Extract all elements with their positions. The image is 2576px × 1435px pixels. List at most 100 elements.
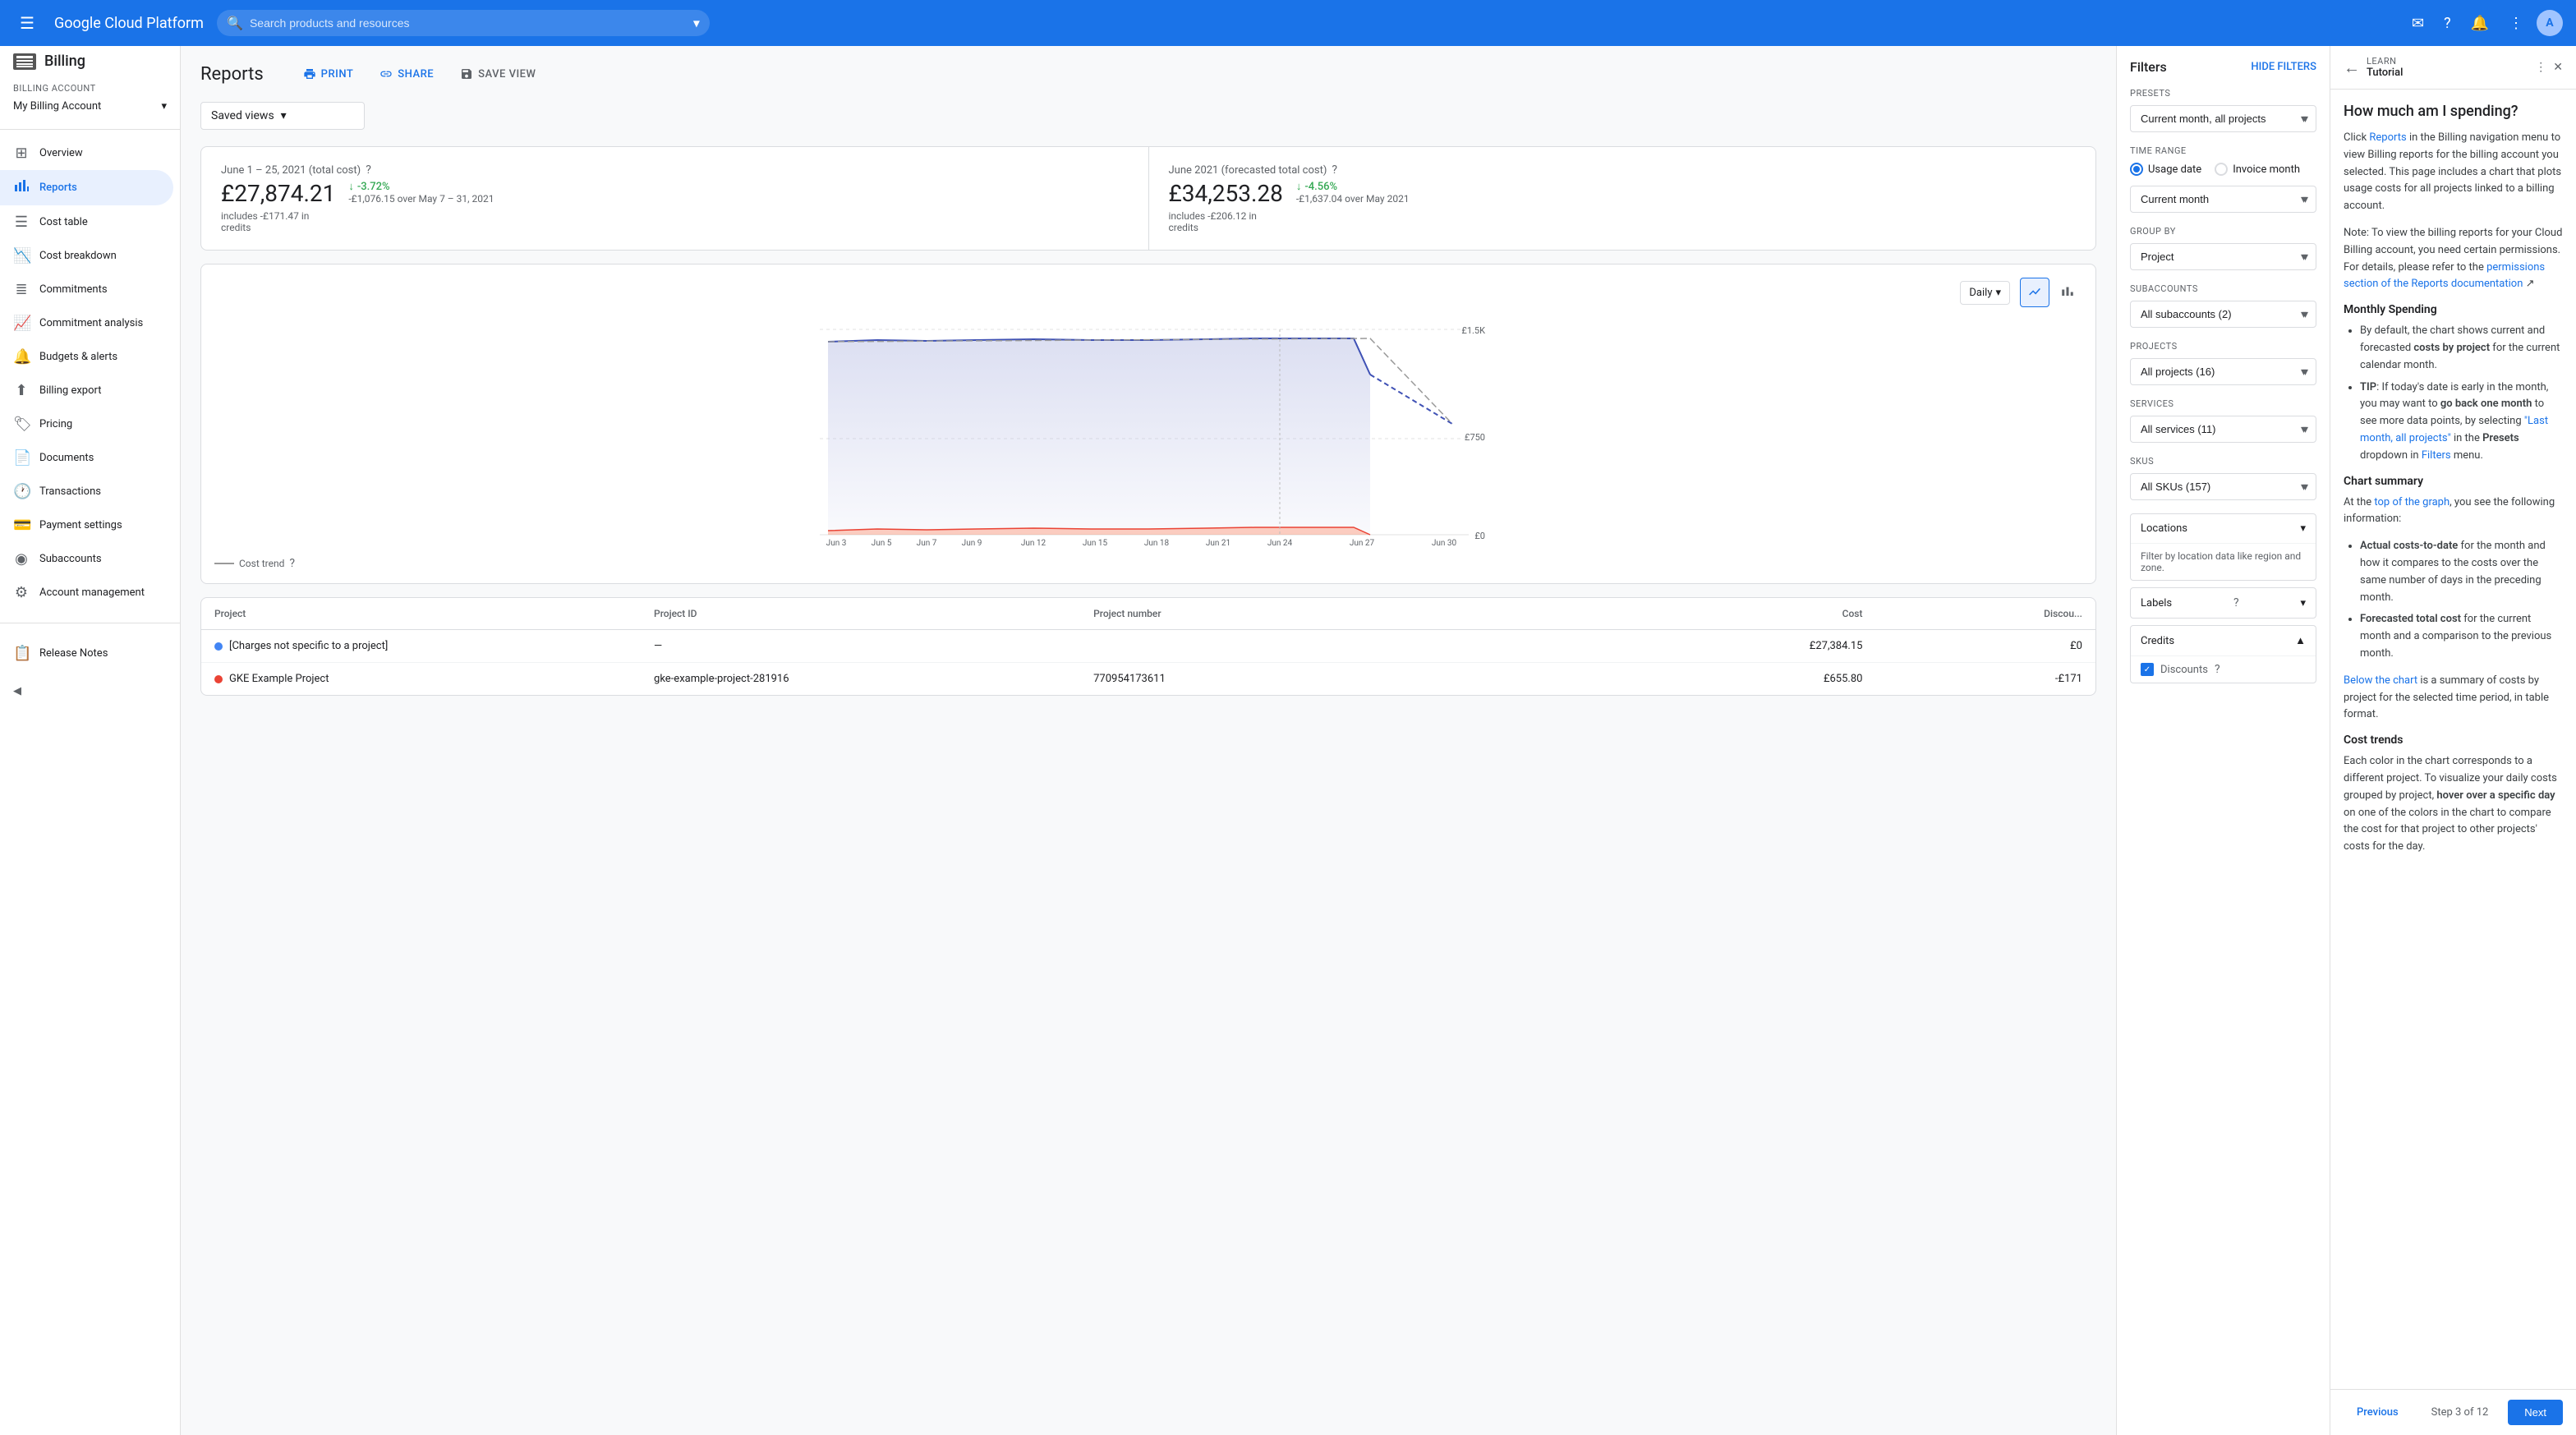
tutorial-step: Step 3 of 12 (2431, 1406, 2489, 1419)
tutorial-prev-button[interactable]: Previous (2344, 1400, 2412, 1425)
group-by-select[interactable]: Project (2130, 243, 2316, 270)
subaccounts-icon: ◉ (13, 550, 30, 568)
app-logo: Google Cloud Platform (54, 15, 204, 32)
sidebar-item-payment-settings[interactable]: 💳 Payment settings (0, 508, 173, 542)
tutorial-next-button[interactable]: Next (2508, 1400, 2563, 1425)
usage-date-radio[interactable] (2130, 163, 2143, 176)
credits-label: Credits (2141, 635, 2174, 647)
forecast-cost-card: June 2021 (forecasted total cost) ? £34,… (1149, 147, 2096, 250)
sidebar-item-label: Payment settings (39, 519, 122, 531)
sidebar-item-subaccounts[interactable]: ◉ Subaccounts (0, 542, 173, 576)
print-button[interactable]: PRINT (297, 62, 361, 85)
chart-controls: Daily ▾ (214, 278, 2082, 307)
invoice-month-option[interactable]: Invoice month (2215, 163, 2300, 176)
forecast-help-icon[interactable]: ? (1332, 163, 1337, 177)
sidebar-item-account-management[interactable]: ⚙ Account management (0, 576, 173, 609)
services-select[interactable]: All services (11) (2130, 416, 2316, 443)
help-icon[interactable]: ? (2437, 8, 2458, 39)
main-content: Reports PRINT SHARE SAVE VIEW (181, 46, 2116, 1435)
billing-account-dropdown-icon: ▾ (161, 100, 167, 113)
monthly-item-2: TIP: If today's date is early in the mon… (2360, 379, 2563, 465)
chart-view-buttons (2020, 278, 2082, 307)
tutorial-back-button[interactable]: ← (2344, 57, 2360, 78)
col-project: Project (214, 608, 654, 619)
discounts-help-icon[interactable]: ? (2215, 663, 2220, 676)
cost-breakdown-icon: 📉 (13, 247, 30, 264)
sidebar-item-overview[interactable]: ⊞ Overview (0, 136, 173, 170)
saved-views-dropdown[interactable]: Saved views ▾ (200, 102, 365, 130)
usage-date-option[interactable]: Usage date (2130, 163, 2201, 176)
tutorial-header-icons: ⋮ ✕ (2535, 61, 2563, 74)
bar-chart-btn[interactable] (2053, 278, 2082, 307)
sidebar-item-reports[interactable]: Reports (0, 170, 173, 205)
projects-select[interactable]: All projects (16) (2130, 358, 2316, 385)
forecast-cost-left: £34,253.28 includes -£206.12 in credits (1169, 180, 1283, 233)
below-chart-link[interactable]: Below the chart (2344, 674, 2417, 687)
cost-trends-text: Each color in the chart corresponds to a… (2344, 753, 2563, 856)
save-view-button[interactable]: SAVE VIEW (453, 62, 542, 85)
sidebar-item-pricing[interactable]: 🏷 Pricing (0, 407, 173, 441)
labels-help-icon[interactable]: ? (2233, 596, 2239, 609)
skus-select[interactable]: All SKUs (157) (2130, 473, 2316, 500)
sidebar-item-cost-breakdown[interactable]: 📉 Cost breakdown (0, 239, 173, 273)
presets-select[interactable]: Current month, all projects (2130, 105, 2316, 132)
more-icon[interactable]: ⋮ (2502, 8, 2530, 39)
svg-text:Jun 27: Jun 27 (1350, 539, 1375, 547)
top-graph-link[interactable]: top of the graph (2374, 496, 2450, 508)
sidebar-collapse-btn[interactable]: ◀ (0, 677, 180, 706)
labels-header[interactable]: Labels ? ▾ (2131, 588, 2316, 618)
actual-cost-details: £27,874.21 includes -£171.47 in credits … (221, 180, 1129, 233)
below-chart-text: Below the chart is a summary of costs by… (2344, 673, 2563, 724)
forecast-cost-title: June 2021 (forecasted total cost) ? (1169, 163, 2077, 177)
locations-sub: Filter by location data like region and … (2141, 550, 2301, 573)
summary-cards: June 1 – 25, 2021 (total cost) ? £27,874… (200, 146, 2096, 251)
commitment-analysis-icon: 📈 (13, 315, 30, 332)
tutorial-close-icon[interactable]: ✕ (2553, 61, 2563, 74)
sidebar-item-commitment-analysis[interactable]: 📈 Commitment analysis (0, 306, 173, 340)
cost-trend-help-icon[interactable]: ? (289, 557, 295, 570)
granularity-select[interactable]: Daily ▾ (1960, 281, 2010, 305)
line-chart-btn[interactable] (2020, 278, 2049, 307)
actual-cost-title: June 1 – 25, 2021 (total cost) ? (221, 163, 1129, 177)
sidebar-item-documents[interactable]: 📄 Documents (0, 441, 173, 475)
chart-summary-item-1: Actual costs-to-date for the month and h… (2360, 538, 2563, 606)
budgets-icon: 🔔 (13, 348, 30, 366)
discounts-checkbox[interactable]: ✓ (2141, 663, 2154, 676)
locations-header[interactable]: Locations ▾ (2131, 514, 2316, 543)
sidebar-item-budgets-alerts[interactable]: 🔔 Budgets & alerts (0, 340, 173, 374)
menu-icon[interactable]: ☰ (13, 7, 41, 39)
share-button[interactable]: SHARE (373, 62, 440, 85)
avatar[interactable]: A (2537, 10, 2563, 36)
actual-help-icon[interactable]: ? (366, 163, 371, 177)
filters-link[interactable]: Filters (2422, 449, 2451, 462)
project-name-1: [Charges not specific to a project] (214, 640, 654, 652)
tutorial-more-icon[interactable]: ⋮ (2535, 61, 2546, 74)
locations-label: Locations (2141, 522, 2187, 535)
reports-icon (13, 178, 30, 197)
sidebar-item-commitments[interactable]: ≣ Commitments (0, 273, 173, 306)
search-dropdown-icon[interactable]: ▾ (693, 16, 700, 31)
invoice-month-label: Invoice month (2233, 163, 2300, 176)
sidebar-item-release-notes[interactable]: 📋 Release Notes (0, 637, 173, 670)
sidebar-item-billing-export[interactable]: ⬆ Billing export (0, 374, 173, 407)
mail-icon[interactable]: ✉ (2405, 8, 2431, 39)
reports-link[interactable]: Reports (2369, 131, 2406, 144)
credits-header[interactable]: Credits ▲ (2131, 626, 2316, 655)
permissions-link[interactable]: permissions section of the Reports docum… (2344, 261, 2545, 291)
invoice-month-radio[interactable] (2215, 163, 2228, 176)
svg-text:Jun 5: Jun 5 (872, 539, 892, 547)
search-input[interactable] (217, 10, 710, 36)
svg-text:Jun 3: Jun 3 (826, 539, 847, 547)
cost-1: £27,384.15 (1533, 640, 1862, 652)
forecast-cost-sub: includes -£206.12 in credits (1169, 210, 1283, 233)
hide-filters-button[interactable]: HIDE FILTERS (2251, 61, 2316, 73)
billing-account-select[interactable]: My Billing Account ▾ (13, 97, 167, 116)
notifications-icon[interactable]: 🔔 (2464, 8, 2496, 39)
subaccounts-select[interactable]: All subaccounts (2) (2130, 301, 2316, 328)
sidebar-item-label: Account management (39, 586, 145, 599)
sidebar-item-cost-table[interactable]: ☰ Cost table (0, 205, 173, 239)
period-select[interactable]: Current month (2130, 186, 2316, 213)
sidebar-item-transactions[interactable]: 🕐 Transactions (0, 475, 173, 508)
last-month-link[interactable]: "Last month, all projects" (2360, 415, 2548, 444)
sidebar-item-label: Budgets & alerts (39, 351, 117, 363)
